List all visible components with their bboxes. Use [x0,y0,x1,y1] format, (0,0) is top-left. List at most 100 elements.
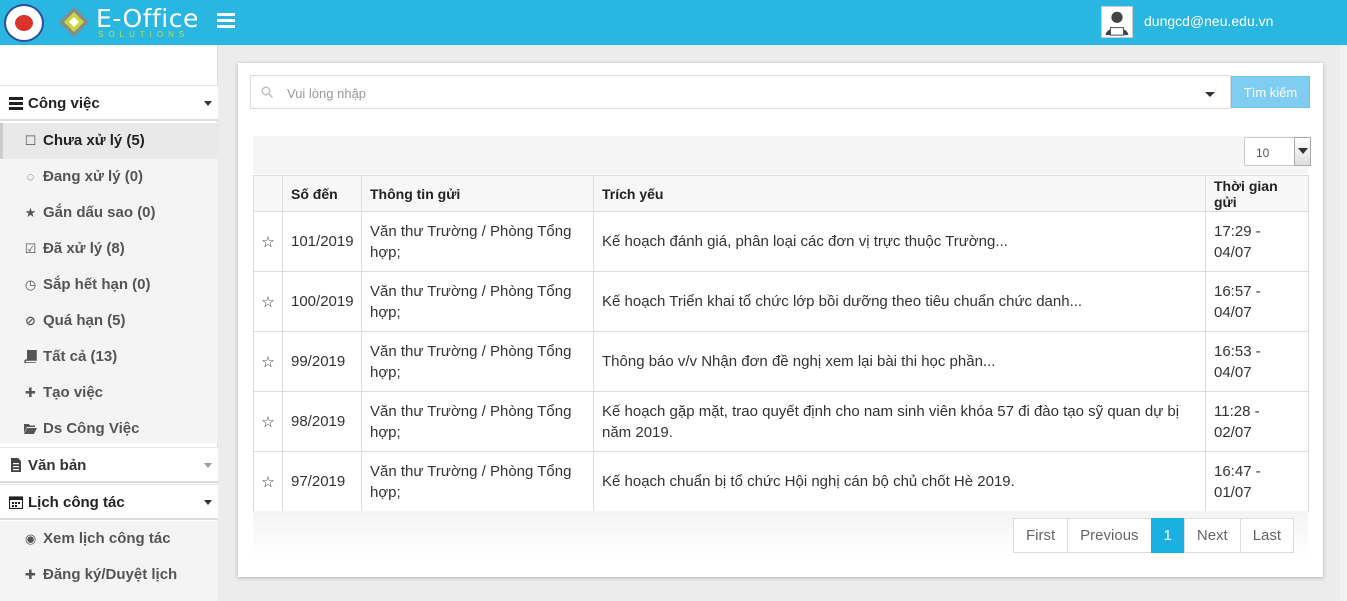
page-scrollbar[interactable] [1340,45,1347,601]
spinner-icon: ◌ [26,169,35,184]
cell-thoi-gian-gui: 16:53 - 04/07 [1205,331,1309,392]
sidebar-item-label: Đang xử lý (0) [43,168,144,185]
caret-down-icon [204,463,212,468]
sidebar-item-label: Ds Công Việc [43,420,140,437]
sidebar-item-tat-ca[interactable]: Tất cả (13) [0,339,218,375]
sidebar-item-ds-cong-viec[interactable]: Ds Công Việc [0,411,218,447]
eye-icon: ◉ [24,531,37,546]
book-icon [24,350,37,363]
sidebar-group-cong-viec[interactable]: Công việc [0,85,218,121]
cell-line: 17:29 - [1214,222,1261,240]
cell-line: Văn thư Trường / Phòng Tổng [370,282,572,300]
table-row[interactable]: ☆ 97/2019 Văn thư Trường / Phòng Tổng hợp… [253,451,1309,512]
documents-table: Số đến Thông tin gửi Trích yếu Thời gian… [253,175,1309,512]
cell-thong-tin-gui: Văn thư Trường / Phòng Tổng hợp; [361,211,594,272]
column-header-thoi-gian-gui[interactable]: Thời gian gửi [1205,175,1309,212]
sidebar-item-label: Tất cả (13) [43,348,118,365]
pagination-first-button[interactable]: First [1013,518,1069,553]
cell-thoi-gian-gui: 17:29 - 04/07 [1205,211,1309,272]
cell-so-den: 101/2019 [282,211,362,272]
user-email[interactable]: dungcd@neu.edu.vn [1144,13,1273,29]
sidebar-group-label: Công việc [28,95,100,112]
sidebar-group-label: Văn bản [28,457,87,474]
calendar-icon [9,496,23,509]
cell-thoi-gian-gui: 16:47 - 01/07 [1205,451,1309,512]
cell-line: hợp; [370,423,401,441]
star-icon[interactable]: ☆ [253,391,283,452]
caret-down-icon [204,101,212,106]
document-icon [11,458,21,472]
cell-line: Văn thư Trường / Phòng Tổng [370,402,572,420]
search-button[interactable]: Tìm kiếm [1231,76,1310,108]
cell-trich-yeu[interactable]: Kế hoạch chuẩn bị tổ chức Hội nghị cán b… [593,451,1206,512]
table-row[interactable]: ☆ 99/2019 Văn thư Trường / Phòng Tổng hợp… [253,331,1309,392]
eoffice-logo-icon [59,7,89,37]
cell-thong-tin-gui: Văn thư Trường / Phòng Tổng hợp; [361,451,594,512]
star-icon[interactable]: ☆ [253,211,283,272]
star-icon[interactable]: ☆ [253,271,283,332]
cell-trich-yeu[interactable]: Kế hoạch đánh giá, phân loại các đơn vị … [593,211,1206,272]
sidebar-item-sap-het-han[interactable]: ◷ Sắp hết hạn (0) [0,267,218,303]
cell-line: Thông báo v/v Nhận đơn đề nghị xem lại b… [602,353,996,370]
cell-line: 04/07 [1214,363,1252,381]
cell-line: 01/07 [1214,483,1252,501]
clock-icon: ◷ [24,277,37,292]
cell-line: Văn thư Trường / Phòng Tổng [370,462,572,480]
sidebar-item-xem-lich[interactable]: ◉ Xem lịch công tác [0,521,218,557]
sidebar-item-label: Sắp hết hạn (0) [43,276,151,293]
pagination-next-button[interactable]: Next [1183,518,1241,553]
cell-line: 04/07 [1214,243,1252,261]
cell-line: hợp; [370,483,401,501]
cell-trich-yeu[interactable]: Thông báo v/v Nhận đơn đề nghị xem lại b… [593,331,1206,392]
column-header-so-den[interactable]: Số đến [282,175,362,212]
sidebar-group-lich-cong-tac[interactable]: Lịch công tác [0,484,218,520]
table-row[interactable]: ☆ 101/2019 Văn thư Trường / Phòng Tổng hợ… [253,211,1309,272]
ban-icon: ⊘ [25,313,36,328]
dropdown-caret-icon[interactable] [1205,92,1215,97]
sidebar-item-dang-xu-ly[interactable]: ◌ Đang xử lý (0) [0,159,218,195]
brand-name: E-Office [96,4,199,33]
star-icon[interactable]: ☆ [253,331,283,392]
page-size-value: 10 [1256,146,1270,160]
caret-down-icon [204,500,212,505]
sidebar-item-gan-dau-sao[interactable]: ★ Gắn dấu sao (0) [0,195,218,231]
user-avatar[interactable] [1101,6,1133,38]
column-header-thong-tin-gui[interactable]: Thông tin gửi [361,175,594,212]
pagination: First Previous 1 Next Last [1013,518,1295,553]
table-row[interactable]: ☆ 100/2019 Văn thư Trường / Phòng Tổng hợ… [253,271,1309,332]
sidebar-item-label: Đăng ký/Duyệt lịch [43,566,178,583]
table-toolbar: 10 [253,136,1311,174]
sidebar-group-label: Lịch công tác [28,494,125,511]
cell-line: năm 2019. [602,423,673,441]
cell-trich-yeu[interactable]: Kế hoạch Triển khai tổ chức lớp bồi dưỡn… [593,271,1206,332]
chevron-down-icon[interactable] [1294,137,1311,166]
sidebar-item-da-xu-ly[interactable]: ☑ Đã xử lý (8) [0,231,218,267]
search-combobox[interactable] [250,75,1231,109]
square-icon: ☐ [24,133,37,148]
sidebar-item-qua-han[interactable]: ⊘ Quá hạn (5) [0,303,218,339]
pagination-current-page[interactable]: 1 [1150,518,1185,553]
search-input[interactable] [287,83,1187,103]
plus-icon: ✚ [25,567,36,582]
sidebar-item-label: Tạo việc [43,384,104,401]
page-size-select[interactable]: 10 [1244,137,1311,166]
table-row[interactable]: ☆ 98/2019 Văn thư Trường / Phòng Tổng hợp… [253,391,1309,452]
cell-line: Kế hoạch đánh giá, phân loại các đơn vị … [602,233,1008,250]
hamburger-menu-icon[interactable] [217,13,235,31]
sidebar-item-chua-xu-ly[interactable]: ☐ Chưa xử lý (5) [0,123,218,159]
sidebar-item-label: Đã xử lý (8) [43,240,125,257]
cell-so-den: 100/2019 [282,271,362,332]
star-icon[interactable]: ☆ [253,451,283,512]
sidebar-group-van-ban[interactable]: Văn bản [0,447,218,483]
content-panel: Tìm kiếm 10 Số đến Thông tin gửi Trích y… [238,63,1323,577]
sidebar-item-label: Chưa xử lý (5) [43,132,145,149]
cell-trich-yeu[interactable]: Kế hoạch gặp mặt, trao quyết định cho na… [593,391,1206,452]
calendar-submenu: ◉ Xem lịch công tác ✚ Đăng ký/Duyệt lịch [0,521,218,601]
pagination-last-button[interactable]: Last [1239,518,1295,553]
check-square-icon: ☑ [24,241,37,256]
sidebar-item-dang-ky-duyet-lich[interactable]: ✚ Đăng ký/Duyệt lịch [0,557,218,593]
pagination-previous-button[interactable]: Previous [1067,518,1152,553]
sidebar-item-tao-viec[interactable]: ✚ Tạo việc [0,375,218,411]
column-header-trich-yeu[interactable]: Trích yếu [593,175,1206,212]
plus-icon: ✚ [25,385,36,400]
